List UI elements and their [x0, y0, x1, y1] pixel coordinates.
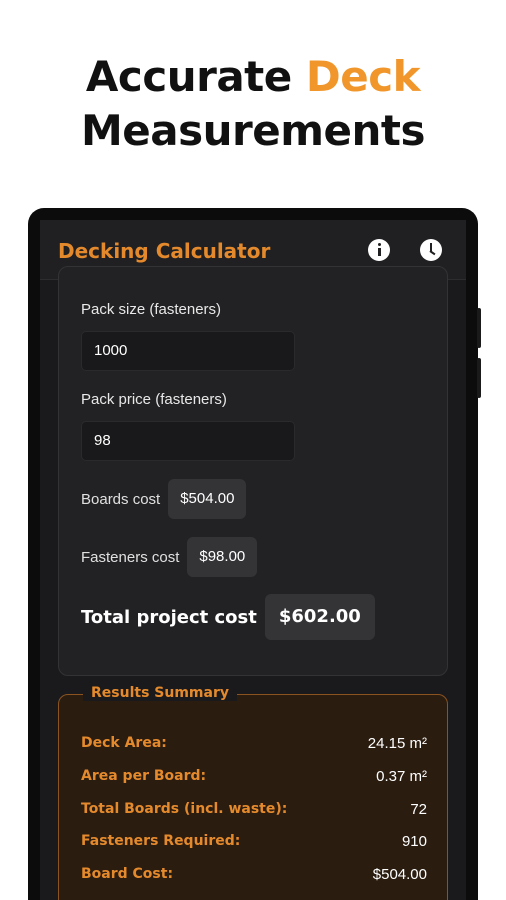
fasteners-cost-row: Fasteners cost $98.00	[81, 537, 258, 577]
fasteners-cost-value: $98.00	[187, 537, 258, 577]
pack-size-label: Pack size (fasteners)	[81, 301, 222, 318]
boards-cost-row: Boards cost $504.00	[81, 479, 247, 519]
result-row: Board Cost: $504.00	[81, 866, 427, 883]
headline-line-2: Measurements	[81, 106, 425, 155]
clock-icon[interactable]	[420, 239, 442, 261]
total-cost-value: $602.00	[264, 594, 375, 640]
app-title: Decking Calculator	[58, 239, 271, 263]
pack-price-input[interactable]: 98	[81, 421, 295, 461]
result-label: Board Cost:	[81, 866, 174, 882]
result-value: 72	[410, 801, 427, 818]
info-icon[interactable]	[368, 239, 390, 261]
side-button	[477, 358, 481, 398]
result-row: Area per Board: 0.37 m²	[81, 768, 427, 785]
headline-accent: Deck	[305, 52, 421, 101]
result-label: Area per Board:	[81, 768, 207, 784]
total-cost-row: Total project cost $602.00	[81, 594, 375, 640]
pack-price-label: Pack price (fasteners)	[81, 391, 227, 408]
cost-card: Pack size (fasteners) 1000 Pack price (f…	[58, 266, 448, 676]
total-cost-label: Total project cost	[81, 606, 257, 628]
headline-line-1: Accurate Deck	[0, 50, 506, 104]
results-summary: Results Summary Deck Area: 24.15 m² Area…	[58, 685, 448, 900]
app-screen: Decking Calculator Pack size (fasteners)…	[40, 220, 466, 900]
result-label: Deck Area:	[81, 735, 167, 751]
result-value: 910	[401, 833, 427, 850]
pack-size-input[interactable]: 1000	[81, 331, 295, 371]
result-label: Fasteners Required:	[81, 833, 241, 849]
result-row: Deck Area: 24.15 m²	[81, 735, 427, 752]
result-value: $504.00	[372, 866, 427, 883]
fasteners-cost-label: Fasteners cost	[81, 548, 180, 566]
result-row: Total Boards (incl. waste): 72	[81, 801, 427, 818]
result-value: 24.15 m²	[367, 735, 427, 752]
result-label: Total Boards (incl. waste):	[81, 801, 288, 817]
boards-cost-label: Boards cost	[81, 490, 161, 508]
phone-frame: Decking Calculator Pack size (fasteners)…	[28, 208, 481, 900]
result-value: 0.37 m²	[376, 768, 427, 785]
promo-headline: Accurate Deck Measurements	[0, 50, 506, 158]
result-row: Fasteners Required: 910	[81, 833, 427, 850]
side-button	[477, 308, 481, 348]
results-title: Results Summary	[83, 685, 237, 701]
boards-cost-value: $504.00	[168, 479, 247, 519]
headline-prefix: Accurate	[85, 52, 292, 101]
